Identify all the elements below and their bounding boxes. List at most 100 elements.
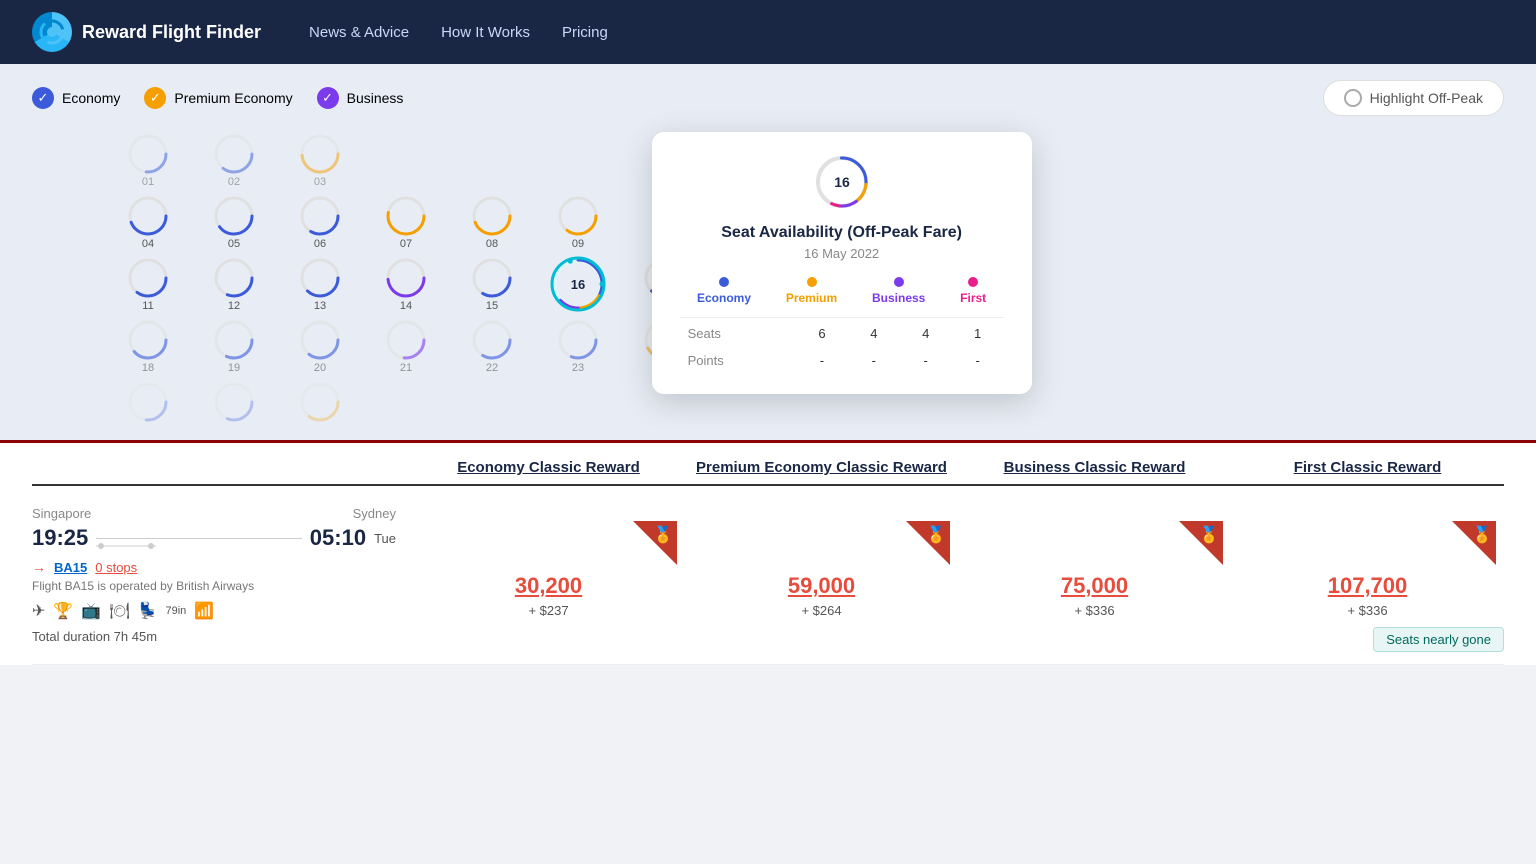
trophy-icon: 🏆 [53,601,73,621]
navbar: Reward Flight Finder News & Advice How I… [0,0,1536,64]
premium-banner: 🏅 [906,521,950,565]
highlight-off-peak-button[interactable]: Highlight Off-Peak [1323,80,1504,116]
business-points-amount[interactable]: 75,000 [966,573,1223,599]
cal-cell-08[interactable]: 08 [452,194,532,250]
flight-meta: → BA15 0 stops [32,559,396,575]
cal-cell-07[interactable]: 07 [366,194,446,250]
cal-cell-22[interactable]: 22 [452,318,532,374]
seat-num: 79in [165,605,186,617]
svg-text:16: 16 [571,277,585,292]
premium-filter[interactable]: ✓ Premium Economy [144,87,292,109]
premium-points-tt: - [848,347,900,374]
cal-cell-18b[interactable]: 18 [108,318,188,374]
premium-check-icon: ✓ [144,87,166,109]
depart-time: 19:25 [32,525,88,551]
cal-cell-12[interactable]: 12 [194,256,274,312]
business-check-icon: ✓ [317,87,339,109]
premium-seats: 4 [848,318,900,348]
first-dot [968,277,978,287]
first-col-header: First Classic Reward [1231,459,1504,476]
cal-cell-15[interactable]: 15 [452,256,532,312]
cal-cell-11[interactable]: 11 [108,256,188,312]
flight-duration: Total duration 7h 45m [32,629,396,644]
cal-cell-r5-3[interactable] [280,380,360,424]
tooltip-title: Seat Availability (Off-Peak Fare) [680,224,1004,242]
stops-badge[interactable]: 0 stops [95,560,137,575]
flight-number[interactable]: BA15 [54,560,87,575]
cal-cell-16-selected[interactable]: 16 [538,256,618,312]
cal-cell-04[interactable]: 04 [108,194,188,250]
legend-economy: Economy [697,277,751,305]
tooltip-ring: 16 [680,152,1004,212]
economy-filter[interactable]: ✓ Economy [32,87,120,109]
flight-route: Singapore Sydney [32,506,396,521]
premium-points-amount[interactable]: 59,000 [693,573,950,599]
wifi-icon: 📶 [194,601,214,621]
seats-nearly-gone-badge: Seats nearly gone [1373,627,1504,652]
economy-col-header: Economy Classic Reward [412,459,685,476]
premium-dot [807,277,817,287]
seat-icon: 💺 [138,601,158,621]
first-points-tt: - [952,347,1004,374]
business-filter[interactable]: ✓ Business [317,87,404,109]
cal-cell-21[interactable]: 21 [366,318,446,374]
tooltip-legend: Economy Premium Business First [680,277,1004,305]
economy-legend-label: Economy [697,291,751,305]
cal-spacer5 [32,380,102,424]
seats-label: Seats [680,318,796,348]
radio-icon [1344,89,1362,107]
economy-label: Economy [62,90,120,106]
cal-spacer2 [32,194,102,250]
award-icon-economy: 🏅 [653,525,673,545]
nav-news[interactable]: News & Advice [309,24,409,41]
first-banner: 🏅 [1452,521,1496,565]
cal-cell-02[interactable]: 02 [194,132,274,188]
award-icon-first: 🏅 [1472,525,1492,545]
cal-cell-06[interactable]: 06 [280,194,360,250]
nav-links: News & Advice How It Works Pricing [309,24,608,41]
cal-cell-01[interactable]: 01 [108,132,188,188]
award-icon-business: 🏅 [1199,525,1219,545]
economy-seats: 6 [796,318,848,348]
seat-availability-tooltip: 16 Seat Availability (Off-Peak Fare) 16 … [652,132,1032,394]
cal-cell-23[interactable]: 23 [538,318,618,374]
svg-text:16: 16 [834,174,850,190]
cal-cell-19[interactable]: 19 [194,318,274,374]
cal-cell-09[interactable]: 09 [538,194,618,250]
tooltip-table: Seats 6 4 4 1 Points - - - - [680,317,1004,374]
calendar-wrapper: 01 02 03 04 05 06 [32,132,1504,424]
business-reward-cell: 🏅 75,000 + $336 [958,525,1231,626]
points-row: Points - - - - [680,347,1004,374]
screen-icon: 📺 [81,601,101,621]
flight-times: 19:25 05:10 Tue [32,525,396,551]
cal-cell-13[interactable]: 13 [280,256,360,312]
premium-tax: + $264 [693,603,950,618]
cal-cell-03[interactable]: 03 [280,132,360,188]
cal-cell-20[interactable]: 20 [280,318,360,374]
flight-icons: ✈ 🏆 📺 🍽 💺 79in 📶 [32,601,396,621]
business-banner: 🏅 [1179,521,1223,565]
nav-how-it-works[interactable]: How It Works [441,24,530,41]
first-legend-label: First [960,291,986,305]
business-tax: + $336 [966,603,1223,618]
plane-icon: ✈ [32,601,45,621]
logo-icon [32,12,72,52]
economy-tax: + $237 [420,603,677,618]
first-points-amount[interactable]: 107,700 [1239,573,1496,599]
cal-spacer4 [32,318,102,374]
highlight-label: Highlight Off-Peak [1370,90,1483,106]
cal-cell-05[interactable]: 05 [194,194,274,250]
meal-icon: 🍽 [109,601,129,621]
economy-points-amount[interactable]: 30,200 [420,573,677,599]
cal-cell-14[interactable]: 14 [366,256,446,312]
nav-pricing[interactable]: Pricing [562,24,608,41]
cal-cell-r5-1[interactable] [108,380,188,424]
cal-cell-r5-2[interactable] [194,380,274,424]
premium-reward-cell: 🏅 59,000 + $264 [685,525,958,626]
first-reward-cell: 🏅 107,700 + $336 [1231,525,1504,626]
seats-row: Seats 6 4 4 1 [680,318,1004,348]
premium-col-header: Premium Economy Classic Reward [685,459,958,476]
legend-business: Business [872,277,925,305]
economy-banner: 🏅 [633,521,677,565]
time-line [96,538,302,539]
